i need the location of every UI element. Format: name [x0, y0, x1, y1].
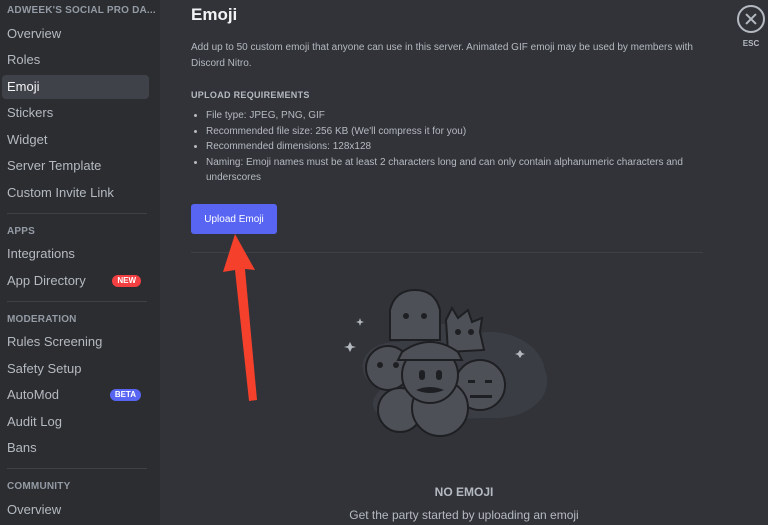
emoji-description: Add up to 50 custom emoji that anyone ca…	[191, 42, 693, 69]
sidebar-item-stickers[interactable]: Stickers	[2, 101, 149, 125]
sidebar-separator	[7, 301, 147, 302]
close-settings: ESC	[737, 5, 765, 48]
sidebar-item-label: App Directory	[7, 273, 86, 288]
settings-sidebar: ADWEEK'S SOCIAL PRO DA... Overview Roles…	[0, 0, 160, 525]
requirement-item: Recommended dimensions: 128x128	[206, 139, 706, 155]
sidebar-item-roles[interactable]: Roles	[2, 48, 149, 72]
empty-state-title: NO EMOJI	[434, 485, 494, 499]
sidebar-item-widget[interactable]: Widget	[2, 128, 149, 152]
requirement-item: File type: JPEG, PNG, GIF	[206, 108, 706, 124]
sidebar-item-emoji[interactable]: Emoji	[2, 75, 149, 99]
sidebar-separator	[7, 468, 147, 469]
sidebar-item-overview[interactable]: Overview	[2, 22, 149, 46]
sidebar-item-rules-screening[interactable]: Rules Screening	[2, 330, 149, 354]
server-name-header: ADWEEK'S SOCIAL PRO DA...	[7, 5, 156, 16]
emoji-party-illustration	[344, 288, 548, 437]
upload-emoji-button[interactable]: Upload Emoji	[191, 204, 277, 234]
sidebar-item-community-overview[interactable]: Overview	[2, 498, 149, 522]
esc-label: ESC	[742, 39, 760, 48]
sidebar-item-bans[interactable]: Bans	[2, 436, 149, 460]
page-title: Emoji	[191, 5, 238, 24]
red-arrow-annotation	[223, 234, 257, 401]
apps-header: APPS	[7, 226, 36, 237]
sidebar-item-label: AutoMod	[7, 387, 60, 402]
sidebar-item-automod[interactable]: AutoMod BETA	[2, 383, 149, 407]
beta-badge: BETA	[109, 389, 141, 401]
moderation-header: MODERATION	[7, 314, 77, 325]
sidebar-item-integrations[interactable]: Integrations	[2, 242, 149, 266]
requirements-header: UPLOAD REQUIREMENTS	[191, 90, 310, 100]
sidebar-item-app-directory[interactable]: App Directory NEW	[2, 269, 149, 293]
sidebar-item-custom-invite-link[interactable]: Custom Invite Link	[2, 181, 149, 205]
requirement-item: Naming: Emoji names must be at least 2 c…	[206, 155, 706, 186]
close-icon[interactable]	[737, 5, 765, 33]
requirement-item: Recommended file size: 256 KB (We'll com…	[206, 124, 706, 140]
requirements-list: File type: JPEG, PNG, GIF Recommended fi…	[206, 108, 706, 186]
sidebar-item-safety-setup[interactable]: Safety Setup	[2, 357, 149, 381]
community-header: COMMUNITY	[7, 481, 71, 492]
sidebar-item-server-template[interactable]: Server Template	[2, 154, 149, 178]
empty-state-subtitle: Get the party started by uploading an em…	[349, 508, 579, 522]
sidebar-item-audit-log[interactable]: Audit Log	[2, 410, 149, 434]
new-badge: NEW	[112, 275, 141, 287]
sidebar-separator	[7, 213, 147, 214]
